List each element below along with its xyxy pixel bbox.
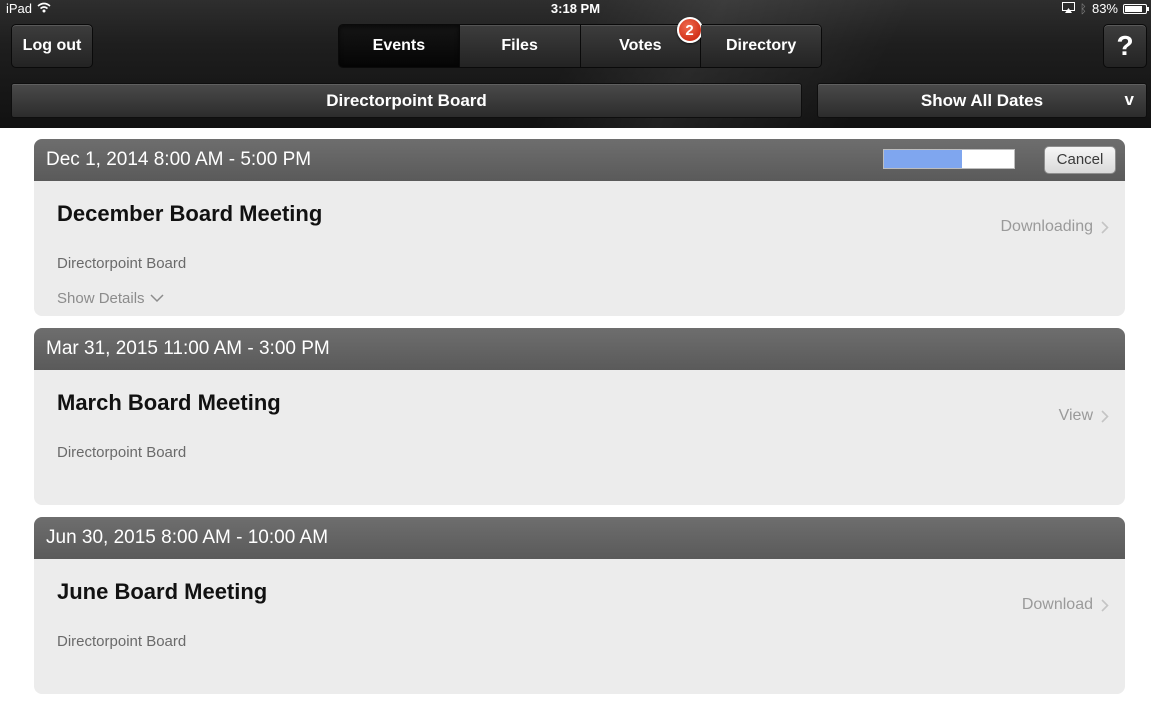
status-right: ᛒ 83% xyxy=(1061,0,1149,18)
date-filter-selector[interactable]: Show All Dates v xyxy=(817,83,1147,118)
battery-icon xyxy=(1123,4,1149,14)
chevron-down-icon xyxy=(150,294,164,303)
status-bar: iPad 3:18 PM ᛒ 83% xyxy=(0,0,1151,18)
show-details-toggle[interactable]: Show Details xyxy=(57,290,164,307)
help-button[interactable]: ? xyxy=(1103,24,1147,68)
app-header: iPad 3:18 PM ᛒ 83% Log out Events Files … xyxy=(0,0,1151,128)
event-organization: Directorpoint Board xyxy=(57,444,187,461)
event-action-downloading[interactable]: Downloading xyxy=(1000,218,1109,236)
board-selector-label: Directorpoint Board xyxy=(326,90,487,110)
event-action-label: View xyxy=(1058,407,1093,424)
event-date-header: Jun 30, 2015 8:00 AM - 10:00 AM xyxy=(34,517,1125,559)
event-card-june[interactable]: Jun 30, 2015 8:00 AM - 10:00 AM June Boa… xyxy=(34,517,1125,694)
event-card-december[interactable]: Dec 1, 2014 8:00 AM - 5:00 PM Cancel Dec… xyxy=(34,139,1125,316)
main-tab-bar: Events Files Votes 2 Directory xyxy=(338,17,822,68)
tab-votes[interactable]: Votes 2 xyxy=(580,17,703,67)
show-details-label: Show Details xyxy=(57,290,145,307)
event-action-download[interactable]: Download xyxy=(1022,596,1109,614)
event-date-header: Mar 31, 2015 11:00 AM - 3:00 PM xyxy=(34,328,1125,370)
battery-percent: 83% xyxy=(1091,1,1118,16)
battery-fill xyxy=(1125,6,1142,12)
event-title: March Board Meeting xyxy=(57,390,281,415)
votes-badge: 2 xyxy=(676,17,703,43)
event-date-range: Jun 30, 2015 8:00 AM - 10:00 AM xyxy=(46,527,329,548)
date-filter-label: Show All Dates xyxy=(920,90,1044,110)
tab-directory[interactable]: Directory xyxy=(701,25,821,67)
event-date-range: Dec 1, 2014 8:00 AM - 5:00 PM xyxy=(46,149,312,170)
event-card-march[interactable]: Mar 31, 2015 11:00 AM - 3:00 PM March Bo… xyxy=(34,328,1125,505)
event-action-view[interactable]: View xyxy=(1059,407,1109,425)
tab-label: Directory xyxy=(726,37,797,54)
event-organization: Directorpoint Board xyxy=(57,255,187,272)
download-progress-bar xyxy=(883,149,1015,169)
event-title: June Board Meeting xyxy=(57,579,268,604)
board-selector[interactable]: Directorpoint Board xyxy=(11,83,802,118)
event-action-label: Downloading xyxy=(1000,218,1093,235)
tab-label: Events xyxy=(372,37,426,54)
tab-files[interactable]: Files xyxy=(459,25,581,67)
chevron-right-icon xyxy=(1101,220,1109,234)
event-organization: Directorpoint Board xyxy=(57,633,187,650)
status-time: 3:18 PM xyxy=(550,1,601,16)
bluetooth-icon: ᛒ xyxy=(1079,2,1087,16)
event-date-header: Dec 1, 2014 8:00 AM - 5:00 PM Cancel xyxy=(34,139,1125,181)
event-title: December Board Meeting xyxy=(57,201,323,226)
tab-label: Votes xyxy=(619,37,662,54)
chevron-right-icon xyxy=(1101,598,1109,612)
tab-events[interactable]: Events xyxy=(339,25,460,67)
tab-label: Files xyxy=(501,37,538,54)
event-action-label: Download xyxy=(1021,596,1093,613)
chevron-right-icon xyxy=(1101,409,1109,423)
download-progress-fill xyxy=(884,150,962,168)
cancel-download-button[interactable]: Cancel xyxy=(1044,146,1116,174)
logout-button[interactable]: Log out xyxy=(11,24,93,68)
chevron-down-icon: v xyxy=(1124,90,1134,109)
airplay-icon xyxy=(1061,0,1075,18)
event-date-range: Mar 31, 2015 11:00 AM - 3:00 PM xyxy=(46,338,330,359)
